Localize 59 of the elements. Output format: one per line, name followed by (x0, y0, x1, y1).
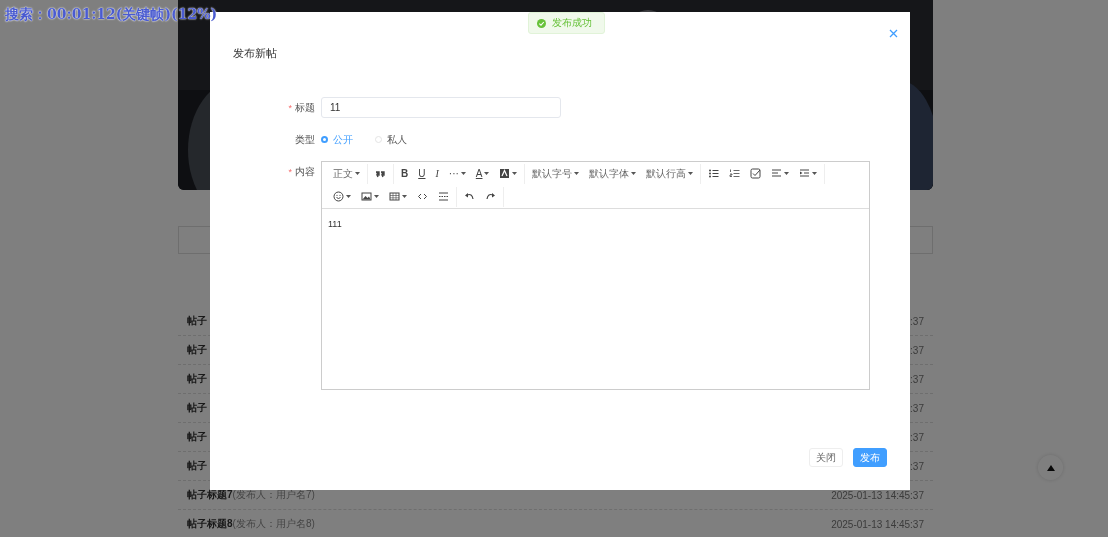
post-time: 2025-01-13 14:45:37 (831, 489, 924, 501)
indent-icon (799, 168, 811, 179)
post-time: :37 (910, 344, 924, 356)
checkbox-icon (750, 168, 762, 179)
post-time: :37 (910, 315, 924, 327)
post-title[interactable]: 帖子 (187, 460, 207, 471)
up-arrow-icon (1046, 464, 1055, 471)
redo-icon (485, 191, 496, 202)
editor-text: 111 (328, 219, 343, 229)
toast-message: 发布成功 (552, 16, 592, 30)
bullet-list-icon (708, 168, 720, 179)
post-time: :37 (910, 460, 924, 472)
back-to-top-button[interactable] (1038, 455, 1063, 480)
format-button[interactable]: A (470, 163, 495, 184)
highlight-icon (499, 168, 511, 179)
format-button[interactable]: I (430, 163, 444, 184)
format-dropdown[interactable]: 默认字号 (527, 163, 585, 184)
image-icon (361, 191, 372, 202)
table-icon (389, 191, 400, 202)
post-title[interactable]: 帖子 (187, 315, 207, 326)
post-time: 2025-01-13 14:45:37 (831, 518, 924, 530)
format-button[interactable]: ··· (443, 163, 471, 184)
smiley-icon (333, 191, 344, 202)
numbered-list-icon (729, 168, 741, 179)
format-button[interactable]: U (413, 163, 431, 184)
radio-option[interactable]: 私人 (375, 132, 407, 147)
close-icon (889, 29, 898, 38)
post-title[interactable]: 帖子 (187, 373, 207, 384)
field-label: 标题 (295, 100, 315, 115)
field-label: 类型 (295, 132, 315, 147)
format-button[interactable]: B (396, 163, 414, 184)
check-circle-icon (537, 18, 546, 28)
post-title[interactable]: 帖子标题7 (187, 489, 233, 500)
required-mark: * (288, 102, 292, 113)
quote-icon (375, 168, 386, 179)
align-icon (771, 168, 783, 179)
close-dialog-button[interactable]: 关闭 (809, 448, 843, 467)
post-time: :37 (910, 431, 924, 443)
format-dropdown[interactable]: 默认字体 (584, 163, 642, 184)
caret-icon (688, 172, 694, 175)
field-label: 内容 (295, 164, 315, 179)
required-mark: * (288, 166, 292, 177)
title-input[interactable]: 11 (321, 97, 561, 118)
post-time: :37 (910, 373, 924, 385)
post-time: :37 (910, 402, 924, 414)
format-dropdown[interactable]: 正文 (328, 163, 365, 184)
close-button[interactable] (889, 29, 898, 38)
code-icon (417, 191, 428, 202)
post-title[interactable]: 帖子标题8 (187, 518, 233, 529)
format-dropdown[interactable]: 默认行高 (641, 163, 699, 184)
post-title[interactable]: 帖子 (187, 431, 207, 442)
post-title[interactable]: 帖子 (187, 402, 207, 413)
caret-icon (355, 172, 360, 175)
post-title[interactable]: 帖子 (187, 344, 207, 355)
divider-icon (438, 191, 449, 202)
caret-icon (631, 172, 637, 175)
undo-icon (464, 191, 475, 202)
dialog-title: 发布新帖 (233, 46, 277, 61)
caret-icon (574, 172, 580, 175)
